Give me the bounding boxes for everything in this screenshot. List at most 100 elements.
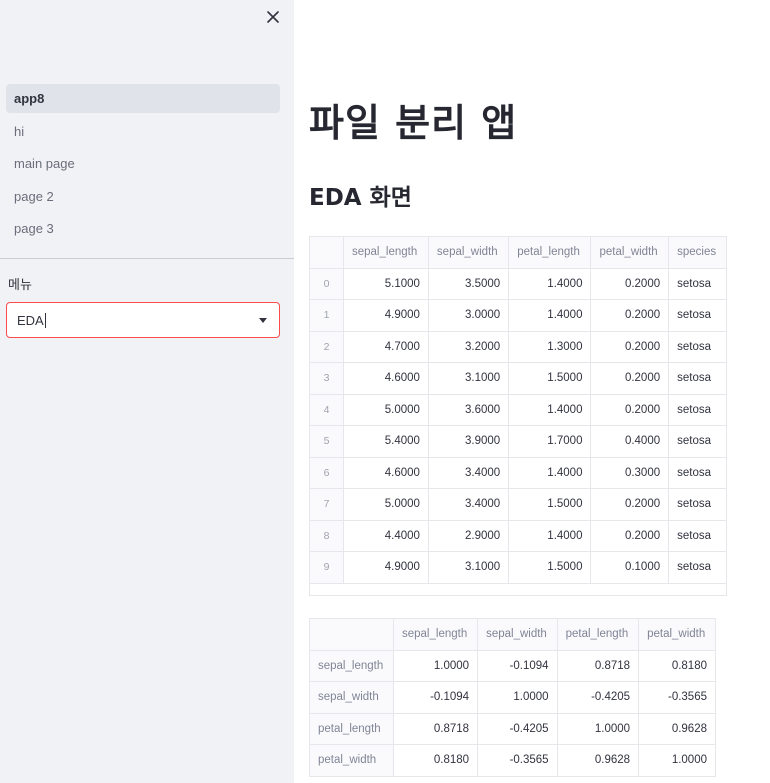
table-cell[interactable]: setosa <box>668 519 727 552</box>
table-cell[interactable]: 1.0000 <box>638 744 716 777</box>
table-cell[interactable]: 1.0000 <box>556 712 640 745</box>
table-cell[interactable]: -0.1094 <box>477 649 558 682</box>
table-cell[interactable]: -0.3565 <box>638 681 716 714</box>
table-cell[interactable]: 0.9628 <box>556 744 640 777</box>
chevron-down-icon[interactable] <box>259 318 267 323</box>
column-header[interactable]: sepal_length <box>343 236 429 269</box>
table-cell[interactable]: 0.2000 <box>590 267 670 300</box>
column-header[interactable]: petal_width <box>590 236 670 269</box>
table-cell[interactable]: 3.1000 <box>427 551 510 584</box>
table-cell[interactable]: 1.7000 <box>508 425 592 458</box>
table-row: 9 4.9000 3.1000 1.5000 0.1000 setosa <box>309 551 727 584</box>
column-header[interactable]: species <box>668 236 727 269</box>
table-cell[interactable]: 3.9000 <box>427 425 510 458</box>
table-cell[interactable]: 5.4000 <box>343 425 429 458</box>
table-cell[interactable]: 0.4000 <box>590 425 670 458</box>
close-sidebar-button[interactable] <box>262 6 284 28</box>
table-cell[interactable]: 1.5000 <box>508 362 592 395</box>
sidebar-item-hi[interactable]: hi <box>6 117 280 146</box>
table-cell[interactable]: setosa <box>668 456 727 489</box>
row-index: 8 <box>309 519 344 552</box>
table-cell[interactable]: 2.9000 <box>427 519 510 552</box>
table-cell[interactable]: 4.4000 <box>343 519 429 552</box>
table-cell[interactable]: 0.1000 <box>590 551 670 584</box>
table-cell[interactable]: 1.0000 <box>477 681 558 714</box>
table-cell[interactable]: 1.4000 <box>508 519 592 552</box>
row-index: 7 <box>309 488 344 521</box>
table-cell[interactable]: setosa <box>668 299 727 332</box>
table-cell[interactable]: 1.0000 <box>392 649 479 682</box>
table-cell[interactable]: 5.0000 <box>343 488 429 521</box>
table-cell[interactable]: 1.4000 <box>508 267 592 300</box>
table-cell[interactable]: 0.2000 <box>590 519 670 552</box>
table-cell[interactable]: setosa <box>668 393 727 426</box>
data-table[interactable]: sepal_length sepal_width petal_length pe… <box>309 236 727 584</box>
sidebar-item-main-page[interactable]: main page <box>6 149 280 178</box>
sidebar-item-page-3[interactable]: page 3 <box>6 214 280 243</box>
table-cell[interactable]: 1.4000 <box>508 299 592 332</box>
table-cell[interactable]: 0.2000 <box>590 393 670 426</box>
table-cell[interactable]: 4.9000 <box>343 551 429 584</box>
table-cell[interactable]: 3.1000 <box>427 362 510 395</box>
menu-select[interactable]: EDA <box>6 302 280 338</box>
table-cell[interactable]: setosa <box>668 488 727 521</box>
table-cell[interactable]: 3.6000 <box>427 393 510 426</box>
table-cell[interactable]: setosa <box>668 425 727 458</box>
row-header: sepal_length <box>309 649 394 682</box>
table-cell[interactable]: 3.0000 <box>427 299 510 332</box>
sidebar-item-label: main page <box>14 156 75 171</box>
row-index: 2 <box>309 330 344 363</box>
text-cursor <box>44 312 46 328</box>
table-cell[interactable]: 1.5000 <box>508 551 592 584</box>
sidebar-item-page-2[interactable]: page 2 <box>6 182 280 211</box>
table-cell[interactable]: -0.4205 <box>477 712 558 745</box>
table-cell[interactable]: 4.6000 <box>343 362 429 395</box>
table-cell[interactable]: -0.1094 <box>392 681 479 714</box>
table-row: 8 4.4000 2.9000 1.4000 0.2000 setosa <box>309 519 727 552</box>
table-cell[interactable]: 0.8718 <box>556 649 640 682</box>
column-header[interactable]: petal_width <box>638 618 716 651</box>
table-cell[interactable]: -0.3565 <box>477 744 558 777</box>
table-cell[interactable]: setosa <box>668 362 727 395</box>
table-cell[interactable]: 0.8718 <box>392 712 479 745</box>
table-cell[interactable]: 1.3000 <box>508 330 592 363</box>
table-row: petal_width 0.8180 -0.3565 0.9628 1.0000 <box>309 744 716 777</box>
table-cell[interactable]: 5.1000 <box>343 267 429 300</box>
table-row: 1 4.9000 3.0000 1.4000 0.2000 setosa <box>309 299 727 332</box>
table-cell[interactable]: 3.5000 <box>427 267 510 300</box>
table-cell[interactable]: 0.2000 <box>590 330 670 363</box>
table-cell[interactable]: 1.5000 <box>508 488 592 521</box>
row-header: sepal_width <box>309 681 394 714</box>
table-cell[interactable]: 1.4000 <box>508 393 592 426</box>
table-cell[interactable]: 4.7000 <box>343 330 429 363</box>
table-cell[interactable]: setosa <box>668 551 727 584</box>
table-cell[interactable]: -0.4205 <box>556 681 640 714</box>
column-header[interactable]: sepal_length <box>392 618 479 651</box>
column-header[interactable]: petal_length <box>508 236 592 269</box>
table-cell[interactable]: 3.2000 <box>427 330 510 363</box>
main-content: 파일 분리 앱 EDA 화면 sepal_length sepal_width … <box>294 0 770 783</box>
table-cell[interactable]: 0.2000 <box>590 488 670 521</box>
table-cell[interactable]: setosa <box>668 330 727 363</box>
table-cell[interactable]: setosa <box>668 267 727 300</box>
table-cell[interactable]: 1.4000 <box>508 456 592 489</box>
index-header <box>309 236 344 269</box>
table-cell[interactable]: 0.9628 <box>638 712 716 745</box>
column-header[interactable]: sepal_width <box>427 236 510 269</box>
sidebar-item-app8[interactable]: app8 <box>6 84 280 113</box>
column-header[interactable]: petal_length <box>556 618 640 651</box>
table-cell[interactable]: 0.8180 <box>392 744 479 777</box>
table-cell[interactable]: 0.2000 <box>590 299 670 332</box>
table-cell[interactable]: 5.0000 <box>343 393 429 426</box>
table-cell[interactable]: 3.4000 <box>427 488 510 521</box>
column-header[interactable]: sepal_width <box>477 618 558 651</box>
table-cell[interactable]: 0.8180 <box>638 649 716 682</box>
row-header: petal_length <box>309 712 394 745</box>
table-cell[interactable]: 4.9000 <box>343 299 429 332</box>
table-cell[interactable]: 3.4000 <box>427 456 510 489</box>
table-cell[interactable]: 4.6000 <box>343 456 429 489</box>
table-cell[interactable]: 0.3000 <box>590 456 670 489</box>
sidebar: app8 hi main page page 2 page 3 메뉴 EDA <box>0 0 294 783</box>
correlation-table[interactable]: sepal_length sepal_width petal_length pe… <box>309 618 716 777</box>
table-cell[interactable]: 0.2000 <box>590 362 670 395</box>
